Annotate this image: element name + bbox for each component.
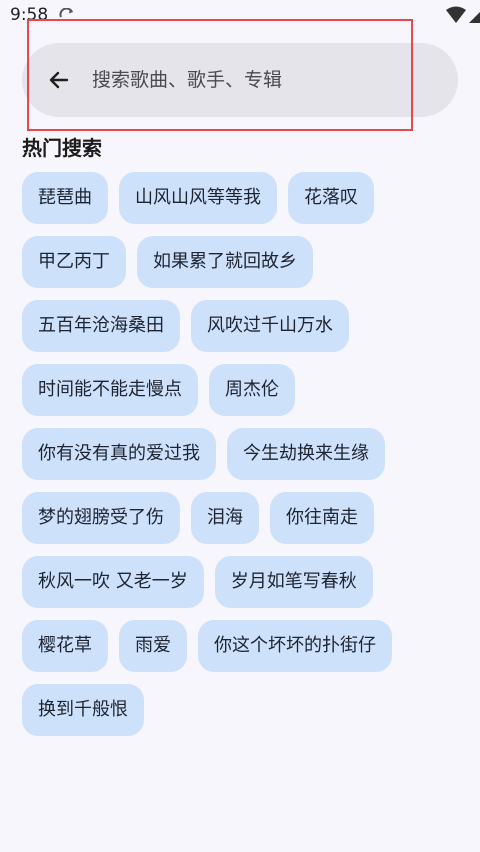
hot-search-chip[interactable]: 如果累了就回故乡 — [137, 236, 313, 288]
hot-search-chip[interactable]: 山风山风等等我 — [119, 172, 277, 224]
hot-search-title: 热门搜索 — [22, 136, 102, 160]
hot-search-chip[interactable]: 风吹过千山万水 — [191, 300, 349, 352]
hot-search-chip[interactable]: 五百年沧海桑田 — [22, 300, 180, 352]
status-bar: 9:58 — [0, 0, 480, 32]
hot-search-chip[interactable]: 今生劫换来生缘 — [227, 428, 385, 480]
arrow-left-icon — [49, 71, 69, 89]
hot-search-chip[interactable]: 时间能不能走慢点 — [22, 364, 198, 416]
wifi-icon — [446, 6, 466, 28]
hot-search-chip[interactable]: 甲乙丙丁 — [22, 236, 126, 288]
status-time: 9:58 — [10, 5, 49, 25]
hot-search-chip[interactable]: 你这个坏坏的扑街仔 — [198, 620, 392, 672]
search-input[interactable] — [92, 60, 432, 100]
hot-search-chip[interactable]: 你往南走 — [270, 492, 374, 544]
signal-icon — [468, 6, 480, 28]
hot-search-chip[interactable]: 换到千般恨 — [22, 684, 144, 736]
hot-search-chip[interactable]: 岁月如笔写春秋 — [214, 556, 373, 608]
hot-search-chip[interactable]: 秋风一吹 又老一岁 — [22, 556, 204, 608]
hot-search-chips: 琵琶曲 山风山风等等我 花落叹 甲乙丙丁 如果累了就回故乡 五百年沧海桑田 风吹… — [22, 172, 462, 736]
hot-search-chip[interactable]: 周杰伦 — [209, 364, 295, 416]
hot-search-chip[interactable]: 花落叹 — [288, 172, 374, 224]
hot-search-chip[interactable]: 泪海 — [191, 492, 259, 544]
hot-search-chip[interactable]: 琵琶曲 — [22, 172, 108, 224]
hot-search-chip[interactable]: 雨爱 — [119, 620, 187, 672]
hot-search-chip[interactable]: 樱花草 — [22, 620, 108, 672]
hot-search-chip[interactable]: 你有没有真的爱过我 — [22, 428, 216, 480]
search-bar — [22, 43, 458, 117]
hot-search-chip[interactable]: 梦的翅膀受了伤 — [22, 492, 180, 544]
back-button[interactable] — [44, 65, 74, 95]
sync-icon — [58, 7, 76, 26]
